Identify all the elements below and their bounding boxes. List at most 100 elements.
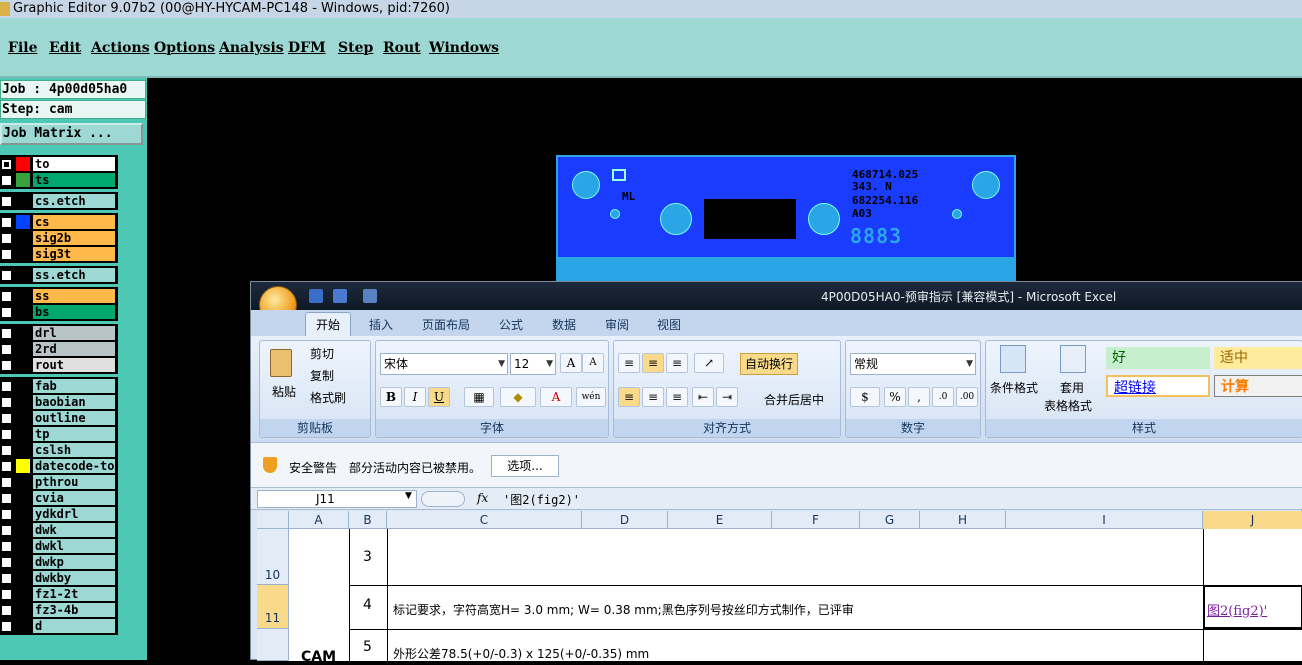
style-good[interactable]: 好	[1106, 347, 1210, 369]
layer-checkbox[interactable]	[1, 307, 12, 318]
layer-name[interactable]: dwkp	[32, 554, 116, 570]
job-matrix-button[interactable]: Job Matrix ...	[0, 123, 143, 145]
undo-icon[interactable]	[333, 289, 347, 303]
zoom-slider-icon[interactable]	[421, 491, 465, 507]
align-left-icon[interactable]: ≡	[618, 387, 640, 407]
layer-color-swatch[interactable]	[16, 305, 30, 319]
layer-row[interactable]: cvia	[0, 490, 116, 506]
copy-button[interactable]: 复制	[310, 367, 334, 384]
fill-color-icon[interactable]: ◆	[500, 387, 536, 407]
align-bottom-icon[interactable]: ≡	[666, 353, 688, 373]
layer-name[interactable]: fz3-4b	[32, 602, 116, 618]
layer-color-swatch[interactable]	[16, 411, 30, 425]
font-size-select[interactable]: 12 ▼	[510, 353, 556, 375]
align-middle-icon[interactable]: ≡	[642, 353, 664, 373]
layer-checkbox[interactable]	[1, 196, 12, 207]
cell-c11[interactable]: 标记要求，字符高宽H= 3.0 mm; W= 0.38 mm;黑色序列号按丝印方…	[393, 601, 854, 618]
layer-color-swatch[interactable]	[16, 194, 30, 208]
layer-checkbox[interactable]	[1, 573, 12, 584]
layer-name[interactable]: cs	[32, 214, 116, 230]
column-header[interactable]: A	[289, 511, 349, 529]
column-header[interactable]: F	[772, 511, 860, 529]
layer-row[interactable]: ydkdrl	[0, 506, 116, 522]
layer-checkbox[interactable]	[1, 429, 12, 440]
layer-color-swatch[interactable]	[16, 523, 30, 537]
layer-checkbox[interactable]	[1, 233, 12, 244]
layer-color-swatch[interactable]	[16, 215, 30, 229]
increase-indent-icon[interactable]: ⇥	[716, 387, 738, 407]
layer-name[interactable]: pthrou	[32, 474, 116, 490]
layer-row[interactable]: drl	[0, 325, 116, 341]
format-painter-button[interactable]: 格式刷	[310, 389, 346, 406]
style-calculation[interactable]: 计算	[1214, 375, 1302, 397]
layer-color-swatch[interactable]	[16, 173, 30, 187]
layer-row[interactable]: ss.etch	[0, 267, 116, 283]
layer-row[interactable]: to	[0, 156, 116, 172]
font-color-icon[interactable]: A	[540, 387, 572, 407]
layer-row[interactable]: sig3t	[0, 246, 116, 262]
shrink-font-button[interactable]: A	[582, 353, 604, 373]
align-right-icon[interactable]: ≡	[666, 387, 688, 407]
tab-view[interactable]: 视图	[657, 316, 681, 333]
percent-button[interactable]: %	[884, 387, 906, 407]
underline-button[interactable]: U	[428, 387, 450, 407]
row-header[interactable]	[257, 629, 289, 661]
wrap-text-button[interactable]: 自动换行	[740, 353, 799, 375]
layer-checkbox[interactable]	[1, 445, 12, 456]
layer-name[interactable]: cs.etch	[32, 193, 116, 209]
table-format-button-1[interactable]: 套用	[1060, 379, 1084, 396]
table-format-icon[interactable]	[1060, 345, 1086, 373]
fx-icon[interactable]: fx	[477, 491, 488, 505]
layer-color-swatch[interactable]	[16, 555, 30, 569]
layer-row[interactable]: cs	[0, 214, 116, 230]
cut-button[interactable]: 剪切	[310, 345, 334, 362]
layer-checkbox[interactable]	[1, 381, 12, 392]
layer-color-swatch[interactable]	[16, 342, 30, 356]
layer-name[interactable]: d	[32, 618, 116, 634]
layer-checkbox[interactable]	[1, 360, 12, 371]
menu-rout[interactable]: Rout	[383, 40, 421, 56]
row-header[interactable]: 11	[257, 585, 289, 629]
layer-name[interactable]: fab	[32, 378, 116, 394]
conditional-format-icon[interactable]	[1000, 345, 1026, 373]
layer-row[interactable]: baobian	[0, 394, 116, 410]
layer-color-swatch[interactable]	[16, 231, 30, 245]
formula-input[interactable]: '图2(fig2)'	[503, 491, 580, 508]
security-options-button[interactable]: 选项...	[491, 455, 559, 477]
layer-checkbox[interactable]	[1, 541, 12, 552]
layer-checkbox[interactable]	[1, 509, 12, 520]
cell-c12[interactable]: 外形公差78.5(+0/-0.3) x 125(+0/-0.35) mm	[393, 645, 649, 662]
layer-checkbox[interactable]	[1, 413, 12, 424]
layer-checkbox[interactable]	[1, 397, 12, 408]
align-top-icon[interactable]: ≡	[618, 353, 640, 373]
layer-name[interactable]: sig3t	[32, 246, 116, 262]
layer-row[interactable]: fz3-4b	[0, 602, 116, 618]
layer-checkbox[interactable]	[1, 159, 12, 170]
layer-checkbox[interactable]	[1, 589, 12, 600]
layer-row[interactable]: 2rd	[0, 341, 116, 357]
cell-b11[interactable]: 4	[363, 597, 372, 613]
column-header[interactable]: I	[1006, 511, 1203, 529]
cell-b12[interactable]: 5	[363, 639, 372, 655]
cell-b10[interactable]: 3	[363, 549, 372, 565]
layer-name[interactable]: 2rd	[32, 341, 116, 357]
layer-color-swatch[interactable]	[16, 379, 30, 393]
layer-name[interactable]: datecode-to	[32, 458, 116, 474]
layer-color-swatch[interactable]	[16, 268, 30, 282]
layer-row[interactable]: dwk	[0, 522, 116, 538]
increase-decimal-icon[interactable]: .0	[932, 387, 954, 407]
layer-color-swatch[interactable]	[16, 571, 30, 585]
layer-color-swatch[interactable]	[16, 491, 30, 505]
layer-checkbox[interactable]	[1, 525, 12, 536]
layer-color-swatch[interactable]	[16, 619, 30, 633]
layer-checkbox[interactable]	[1, 249, 12, 260]
layer-row[interactable]: dwkby	[0, 570, 116, 586]
layer-name[interactable]: to	[32, 156, 116, 172]
layer-name[interactable]: baobian	[32, 394, 116, 410]
layer-color-swatch[interactable]	[16, 427, 30, 441]
layer-checkbox[interactable]	[1, 175, 12, 186]
layer-color-swatch[interactable]	[16, 443, 30, 457]
currency-icon[interactable]: $	[850, 387, 880, 407]
grow-font-button[interactable]: A	[560, 353, 582, 373]
layer-name[interactable]: ss	[32, 288, 116, 304]
